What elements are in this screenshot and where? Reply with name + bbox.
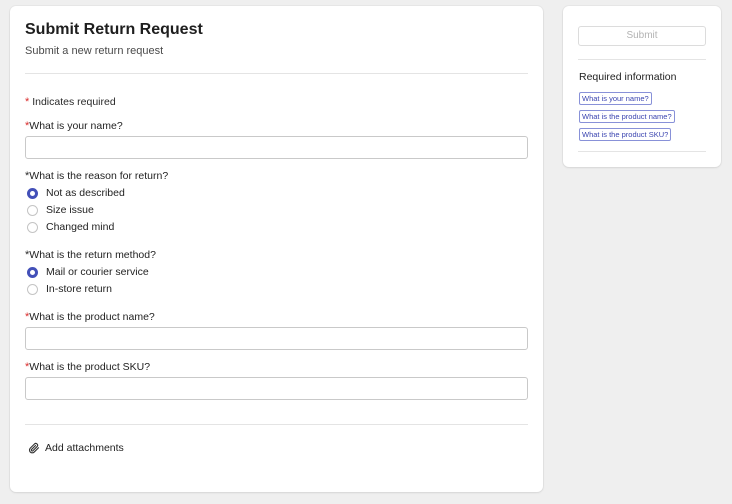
sku-question: *What is the product SKU? — [25, 361, 150, 373]
required-item-name[interactable]: What is your name? — [579, 92, 652, 105]
name-question-label: What is your name? — [29, 120, 123, 132]
method-question-label: What is the return method? — [29, 249, 156, 261]
add-attachments-button[interactable]: Add attachments — [28, 442, 124, 454]
radio-checked[interactable] — [27, 187, 38, 199]
reason-option-label: Size issue — [46, 204, 94, 216]
reason-question: *What is the reason for return? — [25, 170, 168, 182]
method-option-label: Mail or courier service — [46, 266, 149, 278]
method-option-label: In-store return — [46, 283, 112, 295]
product-question: *What is the product name? — [25, 311, 155, 323]
side-divider-bottom — [578, 151, 706, 152]
product-question-label: What is the product name? — [29, 311, 155, 323]
reason-option-label: Changed mind — [46, 221, 115, 233]
required-star: * — [25, 96, 30, 108]
required-note-text: Indicates required — [32, 96, 116, 108]
radio-unchecked[interactable] — [27, 221, 38, 233]
page-subtitle: Submit a new return request — [25, 45, 164, 57]
radio-unchecked[interactable] — [27, 283, 38, 295]
required-note: * Indicates required — [25, 96, 116, 108]
header-divider — [25, 73, 528, 74]
return-request-form: Submit Return Request Submit a new retur… — [10, 6, 543, 492]
radio-unchecked[interactable] — [27, 204, 38, 216]
required-item-product-name[interactable]: What is the product name? — [579, 110, 675, 123]
required-item-sku[interactable]: What is the product SKU? — [579, 128, 672, 141]
paperclip-icon — [28, 442, 40, 454]
reason-option-size-issue[interactable]: Size issue — [27, 204, 94, 216]
radio-checked[interactable] — [27, 266, 38, 278]
product-sku-input[interactable] — [25, 377, 528, 400]
method-option-mail[interactable]: Mail or courier service — [27, 266, 149, 278]
side-divider-top — [578, 59, 706, 60]
add-attachments-label: Add attachments — [45, 442, 124, 454]
page-title: Submit Return Request — [25, 21, 203, 38]
summary-panel: Submit Required information What is your… — [563, 6, 721, 167]
submit-button[interactable]: Submit — [578, 26, 706, 46]
sku-question-label: What is the product SKU? — [29, 361, 151, 373]
name-input[interactable] — [25, 136, 528, 159]
required-info-title: Required information — [579, 71, 677, 83]
reason-question-label: What is the reason for return? — [29, 170, 169, 182]
footer-divider — [25, 424, 528, 425]
name-question: *What is your name? — [25, 120, 123, 132]
reason-option-not-as-described[interactable]: Not as described — [27, 187, 125, 199]
reason-option-label: Not as described — [46, 187, 125, 199]
method-question: *What is the return method? — [25, 249, 156, 261]
reason-option-changed-mind[interactable]: Changed mind — [27, 221, 114, 233]
method-option-in-store[interactable]: In-store return — [27, 283, 112, 295]
product-name-input[interactable] — [25, 327, 528, 350]
